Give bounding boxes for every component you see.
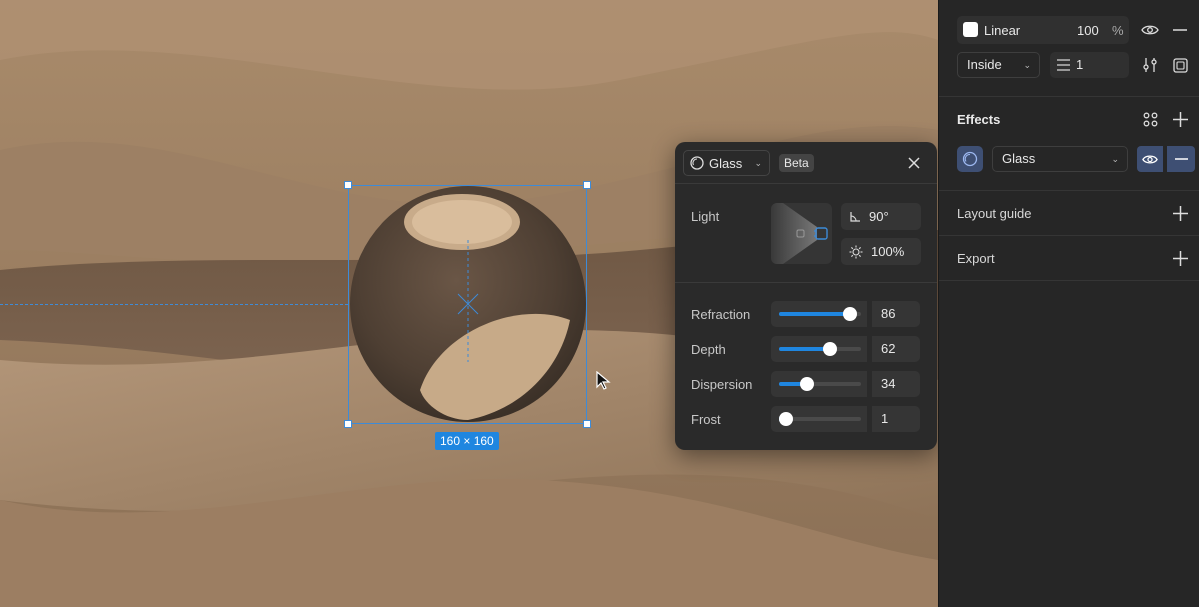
horizontal-guide xyxy=(0,304,348,305)
slider-track[interactable] xyxy=(779,307,861,321)
mouse-cursor-icon xyxy=(596,371,611,390)
properties-panel: Linear 100 % Inside ⌄ 1 Effects Glass ⌄ xyxy=(938,0,1199,607)
slider-value[interactable]: 86 xyxy=(872,301,920,327)
stroke-weight-icon xyxy=(1057,59,1070,71)
slider-value[interactable]: 62 xyxy=(872,336,920,362)
eye-icon xyxy=(1142,155,1158,163)
light-angle-value: 90° xyxy=(869,209,889,224)
slider-knob[interactable] xyxy=(779,412,793,426)
glass-icon xyxy=(690,156,704,170)
slider-label: Dispersion xyxy=(691,377,753,392)
light-intensity-field[interactable]: 100% xyxy=(841,238,921,265)
slider-knob[interactable] xyxy=(822,342,837,356)
light-angle-field[interactable]: 90° xyxy=(841,203,921,230)
effect-type-label: Glass xyxy=(709,155,743,171)
chevron-down-icon: ⌄ xyxy=(754,157,762,168)
add-export-icon[interactable] xyxy=(1168,246,1192,270)
resize-handle-bottom-right[interactable] xyxy=(583,420,591,428)
light-direction-control[interactable] xyxy=(771,203,832,264)
slider-track-box[interactable] xyxy=(771,336,867,362)
effect-select-label: Glass xyxy=(1002,151,1036,166)
minus-icon xyxy=(1174,158,1188,160)
popover-header: Glass ⌄ Beta xyxy=(675,142,937,184)
slider-knob[interactable] xyxy=(842,307,857,321)
layout-guide-title: Layout guide xyxy=(957,206,1032,221)
stroke-weight-field[interactable]: 1 xyxy=(1050,52,1129,78)
close-icon[interactable] xyxy=(905,154,923,172)
effects-title: Effects xyxy=(957,112,1001,127)
chevron-down-icon: ⌄ xyxy=(1111,154,1119,164)
light-label: Light xyxy=(691,209,720,224)
chevron-down-icon: ⌄ xyxy=(1023,60,1031,70)
fill-row[interactable]: Linear 100 % xyxy=(957,16,1129,44)
slider-value[interactable]: 34 xyxy=(872,371,920,397)
slider-dispersion: Dispersion 34 xyxy=(675,371,937,397)
light-intensity-value: 100% xyxy=(871,244,905,259)
slider-track[interactable] xyxy=(779,342,861,356)
stroke-position-select[interactable]: Inside ⌄ xyxy=(957,52,1040,78)
export-title: Export xyxy=(957,251,995,266)
slider-track-box[interactable] xyxy=(771,301,867,327)
slider-track[interactable] xyxy=(779,377,861,391)
divider xyxy=(939,280,1199,281)
effect-type-select[interactable]: Glass ⌄ xyxy=(683,150,770,176)
divider xyxy=(939,190,1199,191)
fill-opacity-unit: % xyxy=(1112,23,1124,38)
slider-depth: Depth 62 xyxy=(675,336,937,362)
resize-handle-top-right[interactable] xyxy=(583,181,591,189)
slider-track-box[interactable] xyxy=(771,371,867,397)
effects-grid-icon[interactable] xyxy=(1138,107,1162,131)
selection-box[interactable] xyxy=(348,185,587,424)
sun-icon xyxy=(849,245,863,258)
slider-track[interactable] xyxy=(779,412,861,426)
divider xyxy=(939,235,1199,236)
divider xyxy=(939,96,1199,97)
slider-fill xyxy=(779,312,850,316)
slider-label: Frost xyxy=(691,412,721,427)
slider-track-box[interactable] xyxy=(771,406,867,432)
glass-effect-popover: Glass ⌄ Beta Light 90° 100% Refraction 8… xyxy=(675,142,937,450)
glass-effect-icon[interactable] xyxy=(957,146,983,172)
effect-select[interactable]: Glass ⌄ xyxy=(992,146,1128,172)
effect-visibility-button[interactable] xyxy=(1137,146,1163,172)
slider-value[interactable]: 1 xyxy=(872,406,920,432)
size-badge: 160 × 160 xyxy=(435,432,499,450)
adjust-icon[interactable] xyxy=(1138,53,1162,77)
resize-handle-bottom-left[interactable] xyxy=(344,420,352,428)
slider-label: Refraction xyxy=(691,307,751,322)
resize-handle-top-left[interactable] xyxy=(344,181,352,189)
remove-effect-button[interactable] xyxy=(1167,146,1195,172)
frame-icon[interactable] xyxy=(1168,53,1192,77)
angle-icon xyxy=(850,211,860,222)
slider-knob[interactable] xyxy=(799,377,814,391)
divider xyxy=(675,282,937,283)
fill-type[interactable]: Linear xyxy=(984,23,1020,38)
slider-refraction: Refraction 86 xyxy=(675,301,937,327)
fill-opacity[interactable]: 100 xyxy=(1077,23,1099,38)
slider-label: Depth xyxy=(691,342,726,357)
stroke-position-label: Inside xyxy=(967,57,1002,72)
light-cone-icon xyxy=(771,203,828,264)
fill-swatch[interactable] xyxy=(963,22,978,37)
beta-badge: Beta xyxy=(779,154,814,172)
stroke-weight-value: 1 xyxy=(1076,57,1084,72)
canvas[interactable]: 160 × 160 Glass ⌄ Beta Light 90° 100% Re… xyxy=(0,0,938,607)
add-layout-guide-icon[interactable] xyxy=(1168,201,1192,225)
eye-icon[interactable] xyxy=(1138,18,1162,42)
minus-icon[interactable] xyxy=(1168,18,1192,42)
add-effect-icon[interactable] xyxy=(1168,107,1192,131)
slider-frost: Frost 1 xyxy=(675,406,937,432)
